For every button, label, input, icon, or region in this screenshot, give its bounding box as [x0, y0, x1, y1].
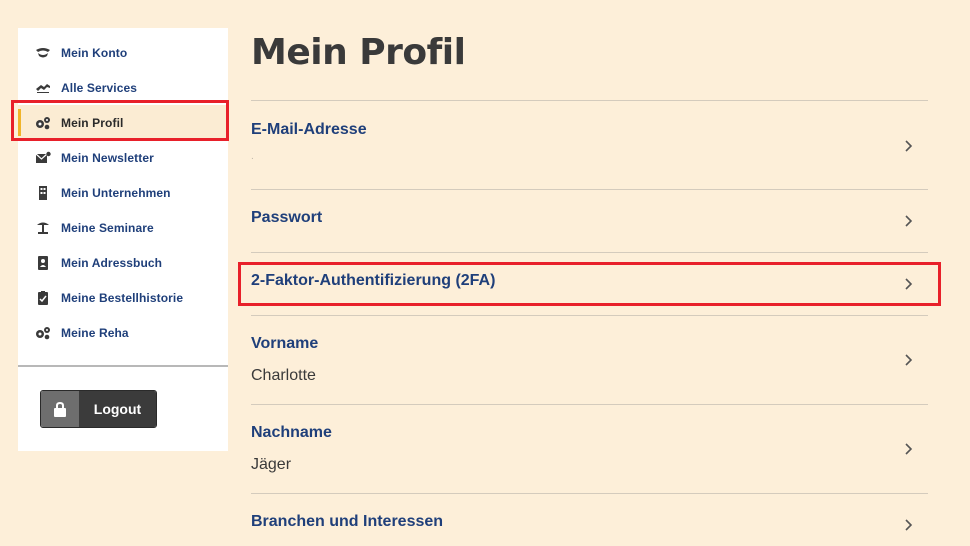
- sidebar-item-meine-seminare[interactable]: Meine Seminare: [18, 210, 228, 245]
- row-label: Passwort: [251, 209, 323, 226]
- sidebar-item-mein-adressbuch[interactable]: Mein Adressbuch: [18, 245, 228, 280]
- highlight-box-2fa: [238, 262, 941, 306]
- clipboard-check-icon: [34, 290, 52, 305]
- sidebar-item-label: Mein Newsletter: [61, 150, 154, 165]
- row-vorname[interactable]: Vorname Charlotte: [251, 316, 928, 404]
- sidebar-item-meine-reha[interactable]: Meine Reha: [18, 315, 228, 350]
- services-icon: [34, 81, 52, 95]
- mail-icon: [34, 151, 52, 165]
- highlight-box-mein-profil: [11, 100, 229, 141]
- row-label: E-Mail-Adresse: [251, 121, 367, 138]
- row-label: Branchen und Interessen: [251, 513, 444, 530]
- row-value: Charlotte: [251, 367, 316, 384]
- sidebar-item-mein-newsletter[interactable]: Mein Newsletter: [18, 140, 228, 175]
- logout-label: Logout: [79, 391, 156, 427]
- sidebar-item-label: Meine Bestellhistorie: [61, 290, 184, 305]
- sidebar-item-label: Meine Reha: [61, 325, 129, 340]
- chevron-right-icon: [904, 214, 914, 228]
- sidebar: Mein Konto Alle Services Mein Profil Mei…: [18, 28, 228, 451]
- sidebar-divider: [18, 365, 228, 367]
- handshake-icon: [34, 46, 52, 60]
- sidebar-item-mein-konto[interactable]: Mein Konto: [18, 35, 228, 70]
- building-icon: [34, 185, 52, 200]
- page-title: Mein Profil: [251, 32, 466, 73]
- gears-icon: [34, 326, 52, 340]
- lock-icon: [41, 391, 79, 427]
- row-branchen[interactable]: Branchen und Interessen: [251, 494, 928, 546]
- row-value: Jäger: [251, 456, 292, 473]
- chevron-right-icon: [904, 139, 914, 153]
- chevron-right-icon: [904, 442, 914, 456]
- sidebar-item-label: Mein Konto: [61, 45, 128, 60]
- row-label: Vorname: [251, 335, 319, 352]
- row-passwort[interactable]: Passwort: [251, 190, 928, 252]
- row-value: .: [251, 151, 254, 162]
- sidebar-item-label: Mein Unternehmen: [61, 185, 171, 200]
- sidebar-item-label: Mein Adressbuch: [61, 255, 163, 270]
- logout-button[interactable]: Logout: [40, 390, 157, 428]
- address-book-icon: [34, 255, 52, 270]
- row-email[interactable]: E-Mail-Adresse .: [251, 101, 928, 189]
- lectern-icon: [34, 221, 52, 235]
- row-nachname[interactable]: Nachname Jäger: [251, 405, 928, 493]
- sidebar-item-label: Alle Services: [61, 80, 138, 95]
- row-label: Nachname: [251, 424, 332, 441]
- sidebar-item-meine-bestellhistorie[interactable]: Meine Bestellhistorie: [18, 280, 228, 315]
- chevron-right-icon: [904, 353, 914, 367]
- sidebar-item-mein-unternehmen[interactable]: Mein Unternehmen: [18, 175, 228, 210]
- chevron-right-icon: [904, 518, 914, 532]
- sidebar-item-label: Meine Seminare: [61, 220, 154, 235]
